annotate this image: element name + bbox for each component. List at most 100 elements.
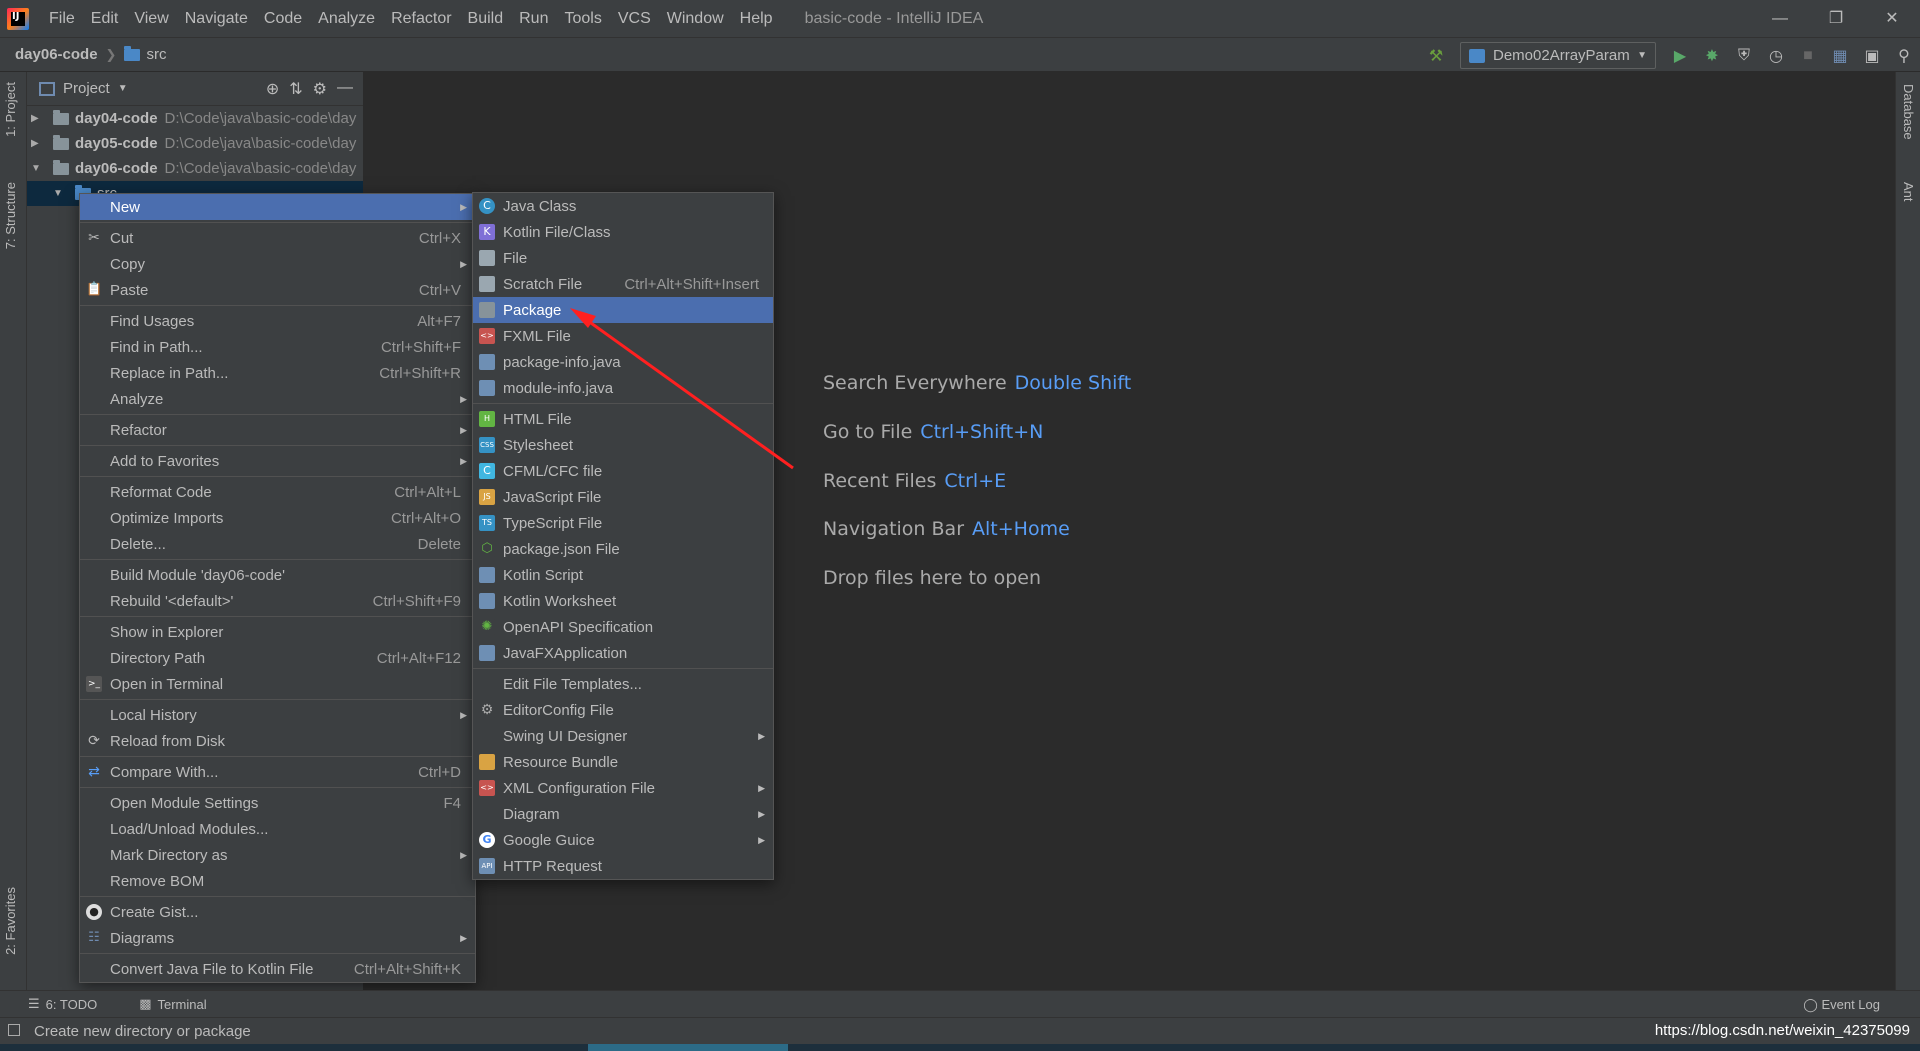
menu-item-open-module-settings[interactable]: Open Module Settings F4 (80, 790, 475, 816)
menu-file[interactable]: File (41, 0, 83, 37)
tab-favorites[interactable]: 2: Favorites (3, 887, 18, 955)
submenu-item-edit-file-templates[interactable]: Edit File Templates... (473, 671, 773, 697)
hide-icon[interactable]: — (337, 79, 353, 99)
collapse-arrow-icon[interactable]: ▼ (31, 163, 43, 174)
tab-project[interactable]: 1: Project (3, 82, 18, 137)
gear-icon[interactable]: ⚙ (313, 79, 327, 99)
submenu-item-module-info[interactable]: module-info.java (473, 375, 773, 401)
profile-icon[interactable]: ◷ (1760, 38, 1792, 73)
menu-run[interactable]: Run (511, 0, 556, 37)
submenu-item-html-file[interactable]: H HTML File (473, 406, 773, 432)
submenu-item-stylesheet[interactable]: CSS Stylesheet (473, 432, 773, 458)
submenu-item-diagram[interactable]: Diagram ▶ (473, 801, 773, 827)
menu-item-show-in-explorer[interactable]: Show in Explorer (80, 619, 475, 645)
menu-code[interactable]: Code (256, 0, 310, 37)
collapse-all-icon[interactable]: ⇅ (289, 79, 302, 99)
submenu-item-kotlin-file[interactable]: K Kotlin File/Class (473, 219, 773, 245)
run-icon[interactable]: ▶ (1664, 38, 1696, 73)
coverage-icon[interactable]: ⛨ (1728, 38, 1760, 73)
submenu-item-package[interactable]: Package (473, 297, 773, 323)
menu-item-cut[interactable]: ✂ Cut Ctrl+X (80, 225, 475, 251)
menu-item-replace-in-path[interactable]: Replace in Path... Ctrl+Shift+R (80, 360, 475, 386)
menu-item-local-history[interactable]: Local History ▶ (80, 702, 475, 728)
run-configuration-select[interactable]: Demo02ArrayParam ▼ (1460, 42, 1656, 69)
tree-item-day04[interactable]: ▶ day04-code D:\Code\java\basic-code\day (27, 106, 363, 131)
menu-item-add-to-favorites[interactable]: Add to Favorites ▶ (80, 448, 475, 474)
submenu-item-google-guice[interactable]: G Google Guice ▶ (473, 827, 773, 853)
submenu-item-resource-bundle[interactable]: Resource Bundle (473, 749, 773, 775)
menu-item-build-module[interactable]: Build Module 'day06-code' (80, 562, 475, 588)
menu-window[interactable]: Window (659, 0, 732, 37)
submenu-item-editorconfig[interactable]: ⚙ EditorConfig File (473, 697, 773, 723)
menu-help[interactable]: Help (732, 0, 781, 37)
tab-structure[interactable]: 7: Structure (3, 182, 18, 249)
search-icon[interactable]: ⚲ (1888, 38, 1920, 73)
menu-item-compare-with[interactable]: ⇄ Compare With... Ctrl+D (80, 759, 475, 785)
menu-item-remove-bom[interactable]: Remove BOM (80, 868, 475, 894)
project-structure-icon[interactable]: ▦ (1824, 38, 1856, 73)
event-log-button[interactable]: ◯ Event Log (1803, 997, 1880, 1013)
submenu-item-scratch-file[interactable]: Scratch File Ctrl+Alt+Shift+Insert (473, 271, 773, 297)
submenu-item-kotlin-worksheet[interactable]: Kotlin Worksheet (473, 588, 773, 614)
tree-item-day06[interactable]: ▼ day06-code D:\Code\java\basic-code\day (27, 156, 363, 181)
menu-item-reformat-code[interactable]: Reformat Code Ctrl+Alt+L (80, 479, 475, 505)
menu-item-diagrams[interactable]: ☷ Diagrams ▶ (80, 925, 475, 951)
expand-arrow-icon[interactable]: ▶ (31, 138, 43, 149)
menu-item-convert-to-kotlin[interactable]: Convert Java File to Kotlin File Ctrl+Alt… (80, 956, 475, 982)
tab-ant[interactable]: Ant (1901, 182, 1916, 202)
menu-vcs[interactable]: VCS (610, 0, 659, 37)
menu-navigate[interactable]: Navigate (177, 0, 256, 37)
menu-item-create-gist[interactable]: ● Create Gist... (80, 899, 475, 925)
menu-item-open-in-terminal[interactable]: >_ Open in Terminal (80, 671, 475, 697)
submenu-item-typescript-file[interactable]: TS TypeScript File (473, 510, 773, 536)
menu-refactor[interactable]: Refactor (383, 0, 459, 37)
locate-icon[interactable]: ⊕ (266, 79, 279, 99)
submenu-item-swing-ui-designer[interactable]: Swing UI Designer ▶ (473, 723, 773, 749)
breadcrumb-src[interactable]: src (146, 46, 166, 63)
menu-build[interactable]: Build (460, 0, 512, 37)
menu-item-delete[interactable]: Delete... Delete (80, 531, 475, 557)
submenu-item-file[interactable]: File (473, 245, 773, 271)
menu-item-optimize-imports[interactable]: Optimize Imports Ctrl+Alt+O (80, 505, 475, 531)
menu-item-find-usages[interactable]: Find Usages Alt+F7 (80, 308, 475, 334)
minimize-icon[interactable]: — (1752, 0, 1808, 37)
build-hammer-icon[interactable]: ⚒ (1420, 38, 1452, 73)
submenu-item-openapi-spec[interactable]: ✺ OpenAPI Specification (473, 614, 773, 640)
submenu-item-javascript-file[interactable]: JS JavaScript File (473, 484, 773, 510)
breadcrumb-project[interactable]: day06-code (15, 46, 98, 63)
tree-item-day05[interactable]: ▶ day05-code D:\Code\java\basic-code\day (27, 131, 363, 156)
expand-arrow-icon[interactable]: ▶ (31, 113, 43, 124)
menu-item-mark-directory-as[interactable]: Mark Directory as ▶ (80, 842, 475, 868)
submenu-item-fxml-file[interactable]: <> FXML File (473, 323, 773, 349)
menu-item-new[interactable]: New ▶ (80, 194, 475, 220)
submenu-item-kotlin-script[interactable]: Kotlin Script (473, 562, 773, 588)
status-square-icon[interactable] (8, 1024, 20, 1036)
menu-analyze[interactable]: Analyze (310, 0, 383, 37)
menu-item-analyze[interactable]: Analyze ▶ (80, 386, 475, 412)
menu-tools[interactable]: Tools (556, 0, 609, 37)
menu-item-reload-from-disk[interactable]: ⟳ Reload from Disk (80, 728, 475, 754)
close-icon[interactable]: ✕ (1864, 0, 1920, 37)
chevron-down-icon[interactable]: ▼ (118, 83, 128, 94)
tab-todo[interactable]: ☰ 6: TODO (14, 996, 111, 1012)
project-panel-title[interactable]: Project (63, 80, 110, 97)
submenu-item-xml-config-file[interactable]: <> XML Configuration File ▶ (473, 775, 773, 801)
submenu-item-package-json[interactable]: ⬡ package.json File (473, 536, 773, 562)
menu-item-directory-path[interactable]: Directory Path Ctrl+Alt+F12 (80, 645, 475, 671)
submenu-item-cfml-file[interactable]: C CFML/CFC file (473, 458, 773, 484)
restore-icon[interactable]: ❐ (1808, 0, 1864, 37)
menu-edit[interactable]: Edit (83, 0, 127, 37)
stop-icon[interactable]: ■ (1792, 38, 1824, 73)
menu-item-rebuild[interactable]: Rebuild '<default>' Ctrl+Shift+F9 (80, 588, 475, 614)
submenu-item-java-class[interactable]: C Java Class (473, 193, 773, 219)
layout-icon[interactable]: ▣ (1856, 38, 1888, 73)
menu-view[interactable]: View (126, 0, 176, 37)
menu-item-find-in-path[interactable]: Find in Path... Ctrl+Shift+F (80, 334, 475, 360)
collapse-arrow-icon[interactable]: ▼ (53, 188, 65, 199)
menu-item-copy[interactable]: Copy ▶ (80, 251, 475, 277)
debug-icon[interactable]: ✸ (1696, 38, 1728, 73)
tab-terminal[interactable]: ▩ Terminal (125, 996, 220, 1012)
submenu-item-javafx-application[interactable]: JavaFXApplication (473, 640, 773, 666)
submenu-item-package-info[interactable]: package-info.java (473, 349, 773, 375)
menu-item-paste[interactable]: 📋 Paste Ctrl+V (80, 277, 475, 303)
